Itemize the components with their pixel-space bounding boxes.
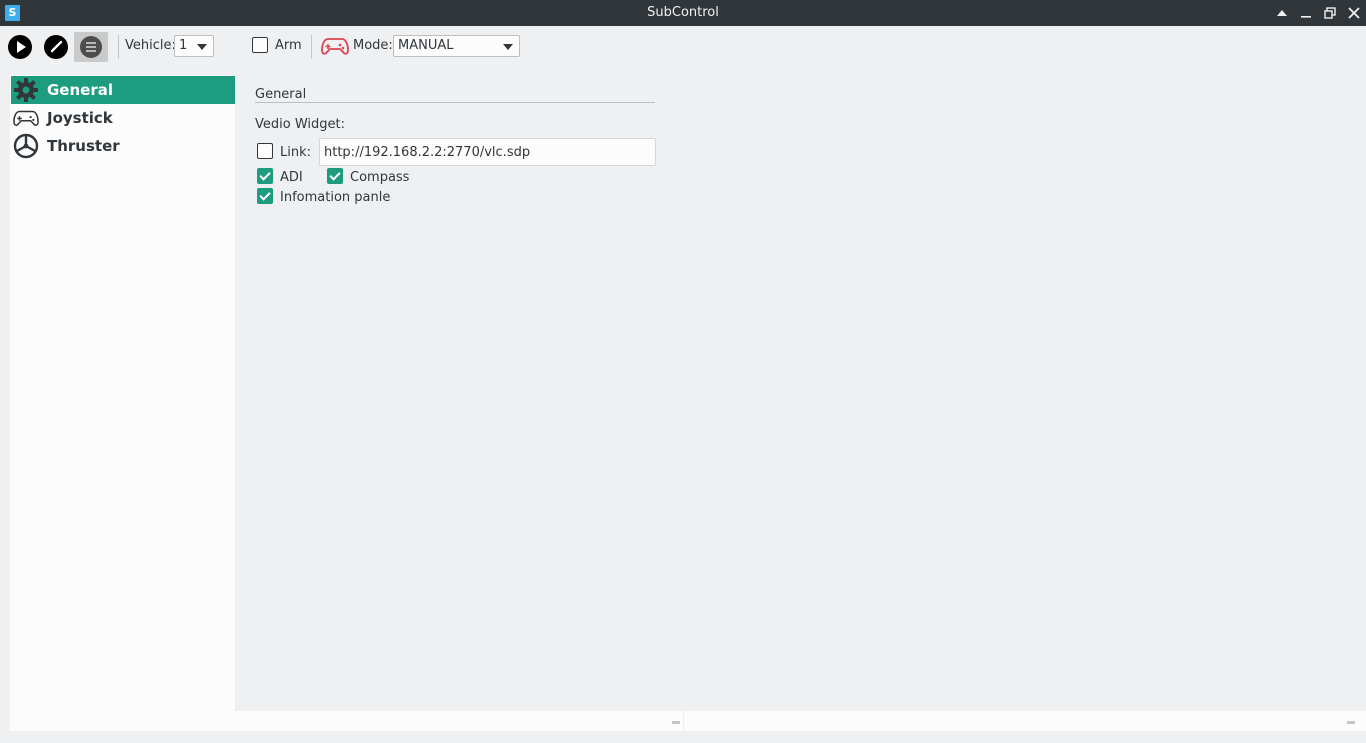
adi-label: ADI xyxy=(280,170,303,185)
chevron-down-icon xyxy=(503,44,513,50)
bottom-splitter[interactable] xyxy=(683,711,684,731)
compass-label: Compass xyxy=(350,170,410,185)
keep-above-button[interactable] xyxy=(1272,3,1292,23)
sidebar: General Joystick Thruster xyxy=(10,75,235,711)
window-title: SubControl xyxy=(647,5,719,20)
sidebar-item-label: Thruster xyxy=(47,137,120,155)
vehicle-label: Vehicle: xyxy=(125,38,176,53)
restore-icon xyxy=(1324,7,1336,19)
thruster-icon xyxy=(13,133,39,159)
menu-button[interactable] xyxy=(74,32,108,62)
play-button[interactable] xyxy=(3,32,37,62)
close-button[interactable] xyxy=(1344,3,1364,23)
video-widget-label: Vedio Widget: xyxy=(255,117,345,132)
play-icon xyxy=(8,35,32,59)
bottom-panel xyxy=(10,711,1366,731)
arm-checkbox[interactable] xyxy=(252,37,268,53)
caret-up-icon xyxy=(1277,10,1287,16)
sidebar-item-joystick[interactable]: Joystick xyxy=(11,104,235,132)
compass-checkbox[interactable] xyxy=(327,168,343,184)
resize-grip-icon[interactable] xyxy=(1347,721,1355,724)
info-panel-checkbox[interactable] xyxy=(257,188,273,204)
mode-select[interactable]: MANUAL xyxy=(393,35,520,57)
sidebar-item-general[interactable]: General xyxy=(11,76,235,104)
gamepad-icon[interactable] xyxy=(321,35,349,57)
title-bar: S SubControl xyxy=(0,0,1366,26)
mode-select-value: MANUAL xyxy=(398,38,454,53)
info-panel-label: Infomation panle xyxy=(280,190,391,205)
group-title: General xyxy=(255,87,307,102)
gamepad-icon xyxy=(13,105,39,131)
minimize-button[interactable] xyxy=(1296,3,1316,23)
gauge-button[interactable] xyxy=(39,32,73,62)
minimize-icon xyxy=(1301,16,1311,18)
close-icon xyxy=(1348,7,1360,19)
resize-grip-icon[interactable] xyxy=(672,721,680,724)
sidebar-item-thruster[interactable]: Thruster xyxy=(11,132,235,160)
gauge-icon xyxy=(44,35,68,59)
sidebar-item-label: General xyxy=(47,81,113,99)
link-label: Link: xyxy=(280,145,312,160)
group-divider xyxy=(255,102,655,103)
toolbar-separator xyxy=(118,35,119,59)
menu-icon xyxy=(80,36,102,58)
adi-checkbox[interactable] xyxy=(257,168,273,184)
vehicle-select[interactable]: 1 xyxy=(174,35,214,57)
mode-label: Mode: xyxy=(353,38,393,53)
gear-icon xyxy=(13,77,39,103)
maximize-button[interactable] xyxy=(1320,3,1340,23)
link-input[interactable]: http://192.168.2.2:2770/vlc.sdp xyxy=(319,138,656,166)
chevron-down-icon xyxy=(197,44,207,50)
sidebar-item-label: Joystick xyxy=(47,109,113,127)
toolbar-separator xyxy=(311,35,312,59)
arm-label: Arm xyxy=(275,38,302,53)
link-checkbox[interactable] xyxy=(257,143,273,159)
vehicle-select-value: 1 xyxy=(179,38,188,53)
